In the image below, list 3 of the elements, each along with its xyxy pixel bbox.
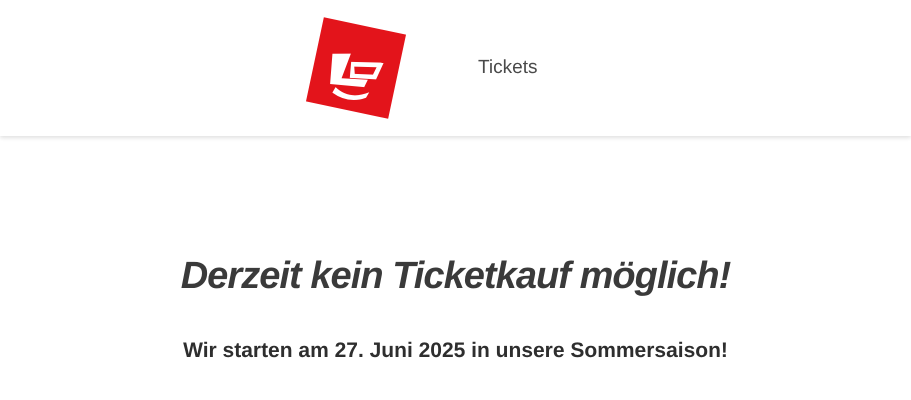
nav-link[interactable]: Tickets <box>478 54 538 82</box>
notice-subtitle: Wir starten am 27. Juni 2025 in unsere Sommersaison! <box>183 338 728 364</box>
notice-title: Derzeit kein Ticketkauf möglich! <box>180 254 730 299</box>
